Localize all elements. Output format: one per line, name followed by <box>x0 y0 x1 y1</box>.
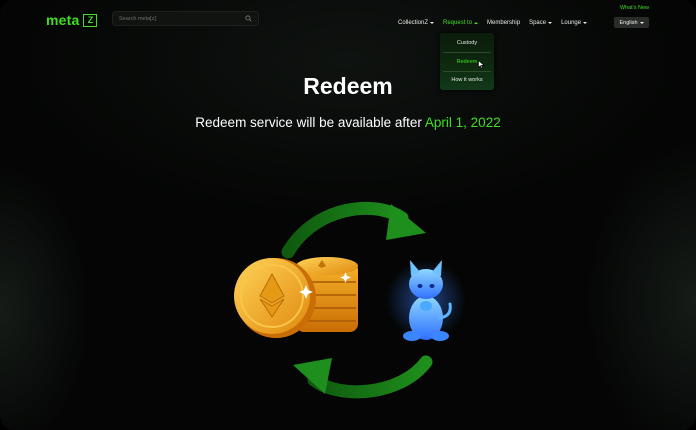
dropdown-divider <box>443 52 491 53</box>
page-title: Redeem <box>303 73 393 99</box>
page-subtitle: Redeem service will be available after A… <box>0 115 696 130</box>
subtitle-text: Redeem service will be available after <box>195 115 425 130</box>
logo-mark: Z <box>83 13 98 27</box>
dropdown-item-custody[interactable]: Custody <box>440 40 494 46</box>
nav-request-to[interactable]: Request to <box>443 18 479 27</box>
nav-space[interactable]: Space <box>529 18 553 27</box>
nav-collectionz-label: CollectionZ <box>398 19 429 26</box>
logo-text: meta <box>46 12 80 28</box>
search-input[interactable]: Search meta[z] <box>112 11 259 26</box>
nav-request-to-label: Request to <box>443 19 473 26</box>
chevron-down-icon <box>548 21 553 24</box>
nav-lounge[interactable]: Lounge <box>561 18 588 27</box>
nav-membership[interactable]: Membership <box>487 18 520 27</box>
exchange-arrow-icon <box>293 355 433 399</box>
whats-new-link[interactable]: What's New <box>620 5 649 11</box>
nav-lounge-label: Lounge <box>561 19 582 26</box>
nav-space-label: Space <box>529 19 547 26</box>
chevron-up-icon <box>474 21 479 24</box>
main-nav: CollectionZ Request to Membership Space … <box>398 18 596 27</box>
exchange-arrow-icon <box>281 201 426 259</box>
page-frame: { "header": { "logo_text": "meta", "logo… <box>0 0 696 430</box>
language-label: English <box>619 19 638 26</box>
nav-collectionz[interactable]: CollectionZ <box>398 18 435 27</box>
dropdown-divider <box>443 71 491 72</box>
nft-figure-icon <box>386 260 466 341</box>
nav-membership-label: Membership <box>487 19 521 26</box>
logo[interactable]: meta Z <box>46 12 98 28</box>
search-placeholder: Search meta[z] <box>119 15 156 22</box>
ethereum-coin-icon <box>234 257 358 338</box>
chevron-down-icon <box>583 21 588 24</box>
search-icon[interactable] <box>245 15 252 22</box>
chevron-down-icon <box>639 21 644 24</box>
availability-date: April 1, 2022 <box>424 115 501 130</box>
dropdown-item-redeem[interactable]: Redeem <box>440 59 494 65</box>
redeem-illustration <box>234 201 466 399</box>
chevron-down-icon <box>430 21 435 24</box>
language-select[interactable]: English <box>614 17 649 28</box>
mouse-cursor-icon <box>478 60 485 69</box>
